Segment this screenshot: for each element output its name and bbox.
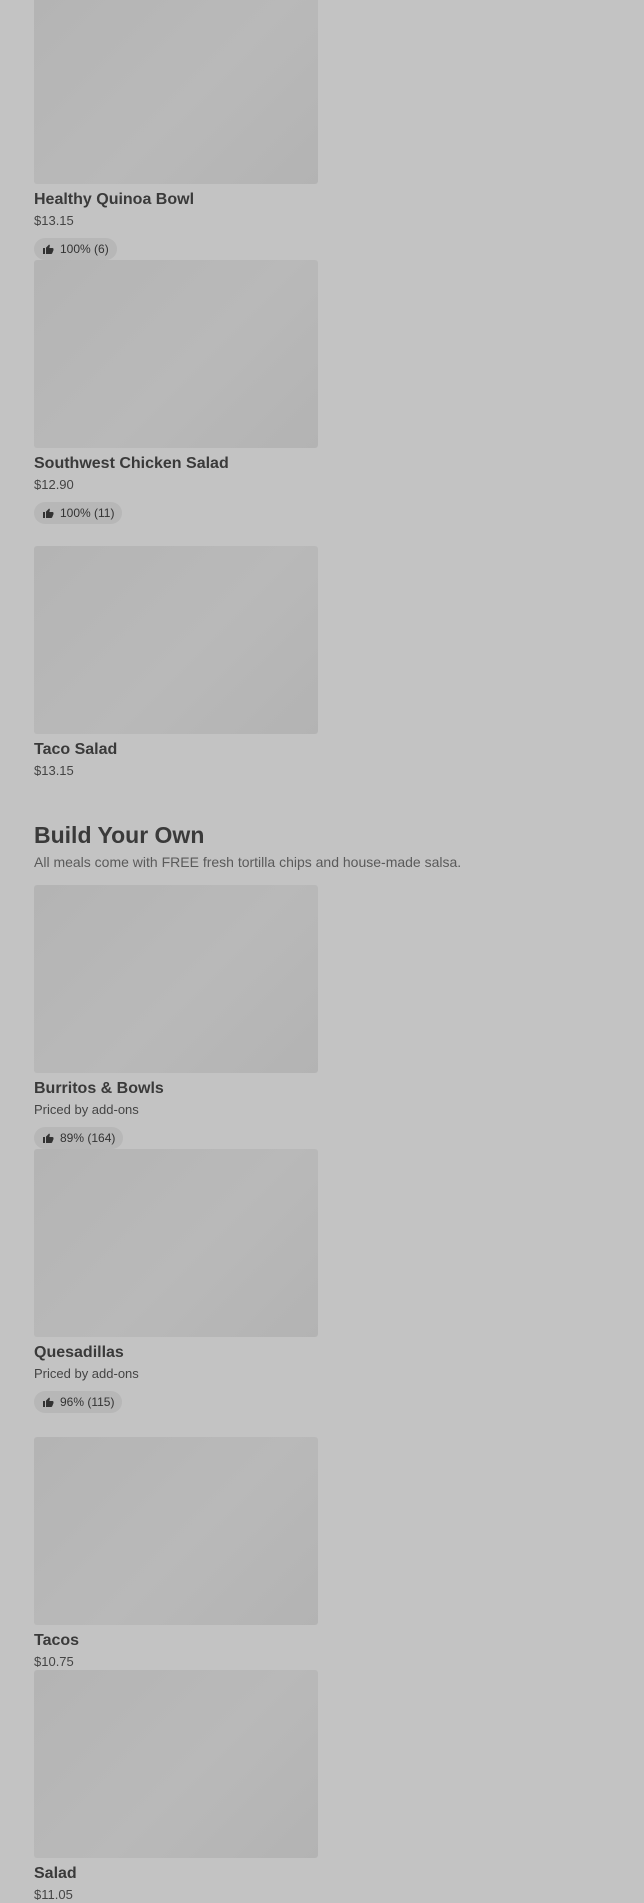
menu-item-image[interactable] <box>34 546 318 734</box>
menu-item-price: Priced by add-ons <box>34 1366 139 1381</box>
menu-item-card[interactable]: Salad $11.05 <box>34 1670 318 1903</box>
thumbs-up-icon <box>43 508 54 518</box>
menu-item-title: Tacos <box>34 1632 80 1649</box>
section-title: Build Your Own <box>34 822 205 848</box>
menu-item-image[interactable] <box>34 1670 318 1858</box>
menu-item-image[interactable] <box>34 1437 318 1625</box>
rating-badge: 100% (6) <box>34 238 117 260</box>
menu-item-price: $13.15 <box>34 763 74 778</box>
menu-item-image[interactable] <box>34 885 318 1073</box>
thumbs-up-icon <box>43 1397 54 1407</box>
menu-grid-build-2: Tacos $10.75 Salad $11.05 <box>34 1437 624 1903</box>
menu-item-title: Healthy Quinoa Bowl <box>34 191 195 208</box>
rating-badge: 96% (115) <box>34 1391 123 1413</box>
menu-item-title: Southwest Chicken Salad <box>34 455 229 472</box>
rating-text: 96% (115) <box>60 1395 115 1409</box>
menu-item-image[interactable] <box>34 1149 318 1337</box>
rating-text: 100% (6) <box>60 242 109 256</box>
menu-item-card[interactable]: Taco Salad $13.15 <box>34 546 318 779</box>
menu-item-title: Taco Salad <box>34 741 118 758</box>
menu-item-card[interactable]: Southwest Chicken Salad $12.90 100% (11) <box>34 260 318 524</box>
menu-item-image[interactable] <box>34 0 318 184</box>
menu-item-image[interactable] <box>34 260 318 448</box>
menu-item-title: Burritos & Bowls <box>34 1080 164 1097</box>
thumbs-up-icon <box>43 244 54 254</box>
menu-item-title: Salad <box>34 1865 77 1882</box>
menu-item-price: $11.05 <box>34 1887 73 1902</box>
thumbs-up-icon <box>43 1133 54 1143</box>
section-subtitle: All meals come with FREE fresh tortilla … <box>34 854 462 870</box>
menu-item-title: Quesadillas <box>34 1344 124 1361</box>
menu-item-card[interactable]: Burritos & Bowls Priced by add-ons 89% (… <box>34 885 318 1149</box>
rating-badge: 100% (11) <box>34 502 123 524</box>
section-header: Build Your Own All meals come with FREE … <box>34 821 624 871</box>
menu-item-price: Priced by add-ons <box>34 1102 139 1117</box>
menu-item-price: $12.90 <box>34 477 74 492</box>
menu-item-card[interactable]: Tacos $10.75 <box>34 1437 318 1670</box>
menu-grid-build: Burritos & Bowls Priced by add-ons 89% (… <box>34 885 624 1413</box>
menu-content: Healthy Quinoa Bowl $13.15 100% (6) Sout… <box>34 0 624 1903</box>
rating-text: 89% (164) <box>60 1131 116 1145</box>
menu-item-card[interactable]: Healthy Quinoa Bowl $13.15 100% (6) <box>34 0 318 260</box>
menu-grid-salads: Healthy Quinoa Bowl $13.15 100% (6) Sout… <box>34 0 624 524</box>
menu-grid-salads-2: Taco Salad $13.15 <box>34 546 624 779</box>
rating-text: 100% (11) <box>60 506 115 520</box>
menu-item-card[interactable]: Quesadillas Priced by add-ons 96% (115) <box>34 1149 318 1413</box>
menu-item-price: $10.75 <box>34 1654 74 1669</box>
menu-item-price: $13.15 <box>34 213 74 228</box>
rating-badge: 89% (164) <box>34 1127 124 1149</box>
